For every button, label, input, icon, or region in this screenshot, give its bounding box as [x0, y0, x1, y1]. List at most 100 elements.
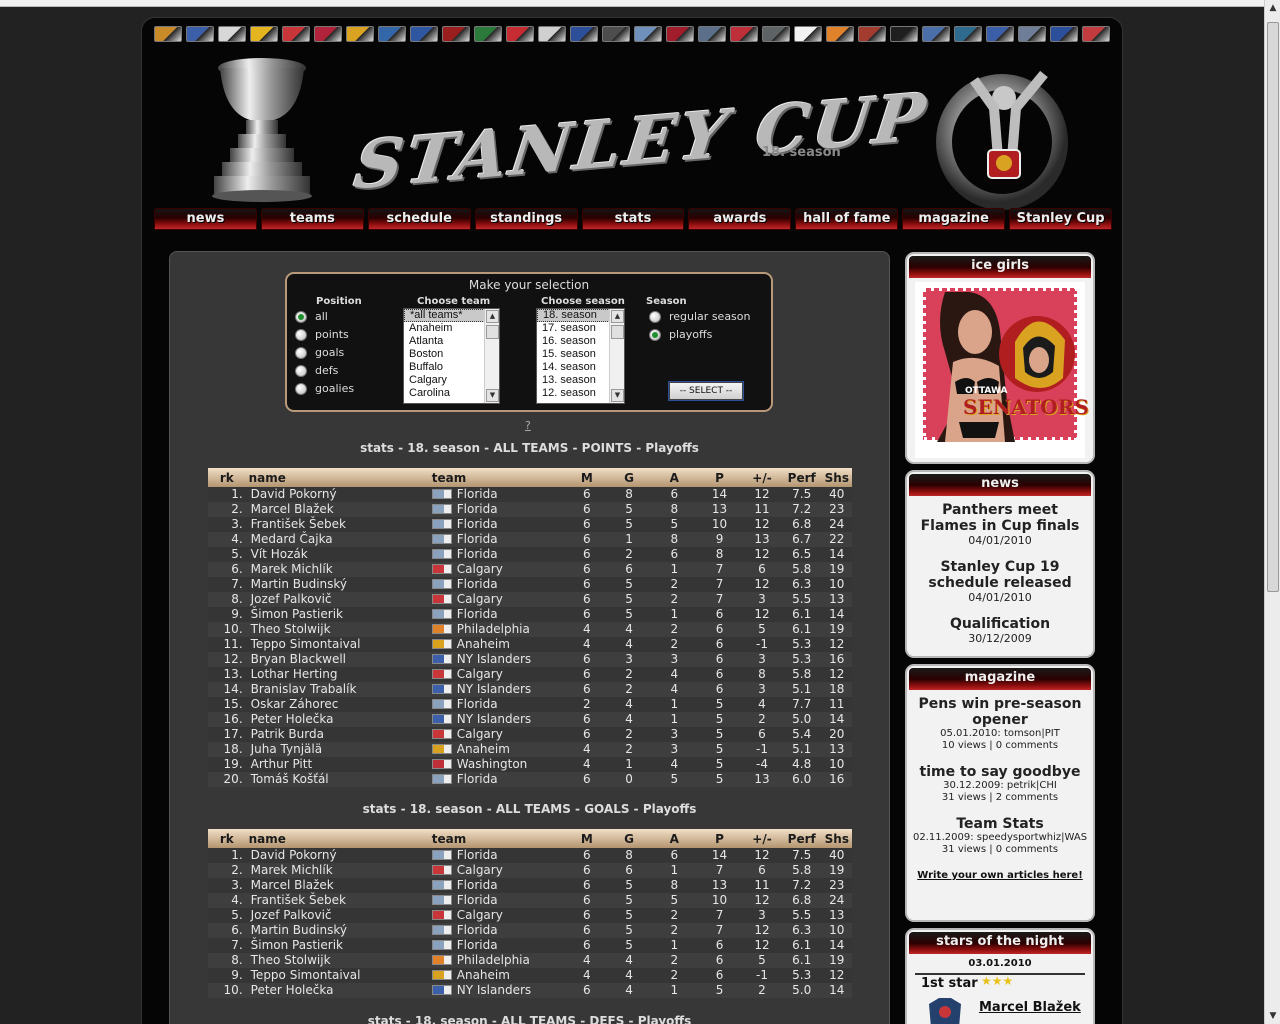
news-headline[interactable]: Qualification: [907, 616, 1093, 632]
column-header[interactable]: G: [606, 468, 652, 487]
team-logo-icon[interactable]: [282, 26, 310, 42]
magazine-item[interactable]: Pens win pre-season opener 05.01.2010: to…: [907, 696, 1093, 752]
team-cell[interactable]: Florida: [428, 923, 568, 938]
team-logo-icon[interactable]: [826, 26, 854, 42]
player-name[interactable]: Jozef Palkovič: [245, 592, 429, 607]
team-name[interactable]: Calgary: [457, 592, 503, 606]
team-name[interactable]: Florida: [457, 502, 498, 516]
team-cell[interactable]: Florida: [428, 878, 568, 893]
player-name[interactable]: Lothar Herting: [245, 667, 429, 682]
team-name[interactable]: Philadelphia: [457, 953, 530, 967]
player-name[interactable]: Medard Čajka: [245, 532, 429, 547]
player-name[interactable]: Peter Holečka: [245, 983, 429, 998]
scroll-down-icon[interactable]: ▼: [1267, 1010, 1279, 1022]
team-cell[interactable]: Florida: [428, 848, 568, 863]
team-logo-icon[interactable]: [986, 26, 1014, 42]
column-header[interactable]: +/-: [742, 829, 782, 848]
player-name[interactable]: Patrik Burda: [245, 727, 429, 742]
select-button[interactable]: -- SELECT --: [668, 381, 744, 401]
column-header[interactable]: Shs: [821, 829, 852, 848]
team-logo-icon[interactable]: [794, 26, 822, 42]
team-name[interactable]: Anaheim: [457, 637, 510, 651]
season-list-up-icon[interactable]: ▲: [611, 310, 624, 323]
player-name[interactable]: Peter Holečka: [245, 712, 429, 727]
team-logo-icon[interactable]: [922, 26, 950, 42]
player-name[interactable]: Marcel Blažek: [245, 502, 429, 517]
player-name[interactable]: Vít Hozák: [245, 547, 429, 562]
team-cell[interactable]: Calgary: [428, 667, 568, 682]
team-list-up-icon[interactable]: ▲: [486, 310, 499, 323]
team-name[interactable]: Florida: [457, 517, 498, 531]
news-headline[interactable]: Stanley Cup 19 schedule released: [907, 559, 1093, 591]
player-name[interactable]: Theo Stolwijk: [245, 622, 429, 637]
team-name[interactable]: Florida: [457, 532, 498, 546]
column-header[interactable]: team: [428, 468, 568, 487]
team-cell[interactable]: Washington: [428, 757, 568, 772]
player-name[interactable]: Martin Budinský: [245, 923, 429, 938]
team-name[interactable]: Florida: [457, 938, 498, 952]
team-cell[interactable]: Calgary: [428, 562, 568, 577]
team-cell[interactable]: NY Islanders: [428, 983, 568, 998]
player-name[interactable]: Tomáš Košťál: [245, 772, 429, 787]
column-header[interactable]: +/-: [742, 468, 782, 487]
team-list-down-icon[interactable]: ▼: [486, 389, 499, 402]
player-name[interactable]: Theo Stolwijk: [245, 953, 429, 968]
column-header[interactable]: rk: [208, 829, 246, 848]
column-header[interactable]: name: [245, 468, 429, 487]
column-header[interactable]: Perf: [781, 468, 822, 487]
column-header[interactable]: Perf: [781, 829, 822, 848]
team-cell[interactable]: NY Islanders: [428, 682, 568, 697]
team-cell[interactable]: Anaheim: [428, 637, 568, 652]
team-cell[interactable]: NY Islanders: [428, 712, 568, 727]
position-option[interactable]: defs: [295, 364, 338, 377]
player-name[interactable]: David Pokorný: [245, 848, 429, 863]
team-logo-icon[interactable]: [954, 26, 982, 42]
write-article-link[interactable]: Write your own articles here!: [907, 870, 1093, 881]
position-option[interactable]: goalies: [295, 382, 354, 395]
team-logo-icon[interactable]: [506, 26, 534, 42]
column-header[interactable]: team: [428, 829, 568, 848]
nav-item-awards[interactable]: awards: [688, 208, 792, 230]
season-listbox[interactable]: 18. season 17. season 16. season 15. season…: [536, 308, 625, 404]
team-listbox[interactable]: *all teams* Anaheim Atlanta Boston Buffalo Ca…: [403, 308, 500, 404]
team-name[interactable]: NY Islanders: [457, 712, 531, 726]
team-cell[interactable]: Florida: [428, 532, 568, 547]
player-name[interactable]: Juha Tynjälä: [245, 742, 429, 757]
radio-button[interactable]: [295, 364, 307, 377]
radio-button[interactable]: [295, 328, 307, 341]
column-header[interactable]: Shs: [821, 468, 852, 487]
article-headline[interactable]: Team Stats: [907, 816, 1093, 832]
team-name[interactable]: NY Islanders: [457, 682, 531, 696]
team-logo-icon[interactable]: [410, 26, 438, 42]
team-name[interactable]: Florida: [457, 878, 498, 892]
team-logo-icon[interactable]: [1082, 26, 1110, 42]
team-logo-icon[interactable]: [602, 26, 630, 42]
team-logo-icon[interactable]: [538, 26, 566, 42]
team-cell[interactable]: Florida: [428, 487, 568, 502]
player-name[interactable]: Teppo Simontaival: [245, 968, 429, 983]
team-logo-icon[interactable]: [250, 26, 278, 42]
magazine-item[interactable]: time to say goodbye 30.12.2009: petrik|CH…: [907, 764, 1093, 804]
team-logo-icon[interactable]: [218, 26, 246, 42]
team-cell[interactable]: Anaheim: [428, 968, 568, 983]
team-logo-icon[interactable]: [858, 26, 886, 42]
team-cell[interactable]: Florida: [428, 772, 568, 787]
team-cell[interactable]: Calgary: [428, 863, 568, 878]
nav-item-hall-of-fame[interactable]: hall of fame: [795, 208, 899, 230]
player-name[interactable]: Martin Budinský: [245, 577, 429, 592]
player-name[interactable]: Arthur Pitt: [245, 757, 429, 772]
team-logo-icon[interactable]: [666, 26, 694, 42]
player-name[interactable]: Šimon Pastierik: [245, 938, 429, 953]
player-name[interactable]: Marcel Blažek: [245, 878, 429, 893]
team-name[interactable]: Florida: [457, 577, 498, 591]
player-name[interactable]: Jozef Palkovič: [245, 908, 429, 923]
team-cell[interactable]: Calgary: [428, 592, 568, 607]
team-logo-icon[interactable]: [890, 26, 918, 42]
team-logo-icon[interactable]: [762, 26, 790, 42]
team-name[interactable]: Washington: [457, 757, 528, 771]
team-name[interactable]: Calgary: [457, 908, 503, 922]
page-scrollbar[interactable]: ▲ ▼: [1264, 0, 1280, 1024]
team-name[interactable]: Florida: [457, 697, 498, 711]
team-logo-icon[interactable]: [730, 26, 758, 42]
column-header[interactable]: A: [651, 829, 697, 848]
